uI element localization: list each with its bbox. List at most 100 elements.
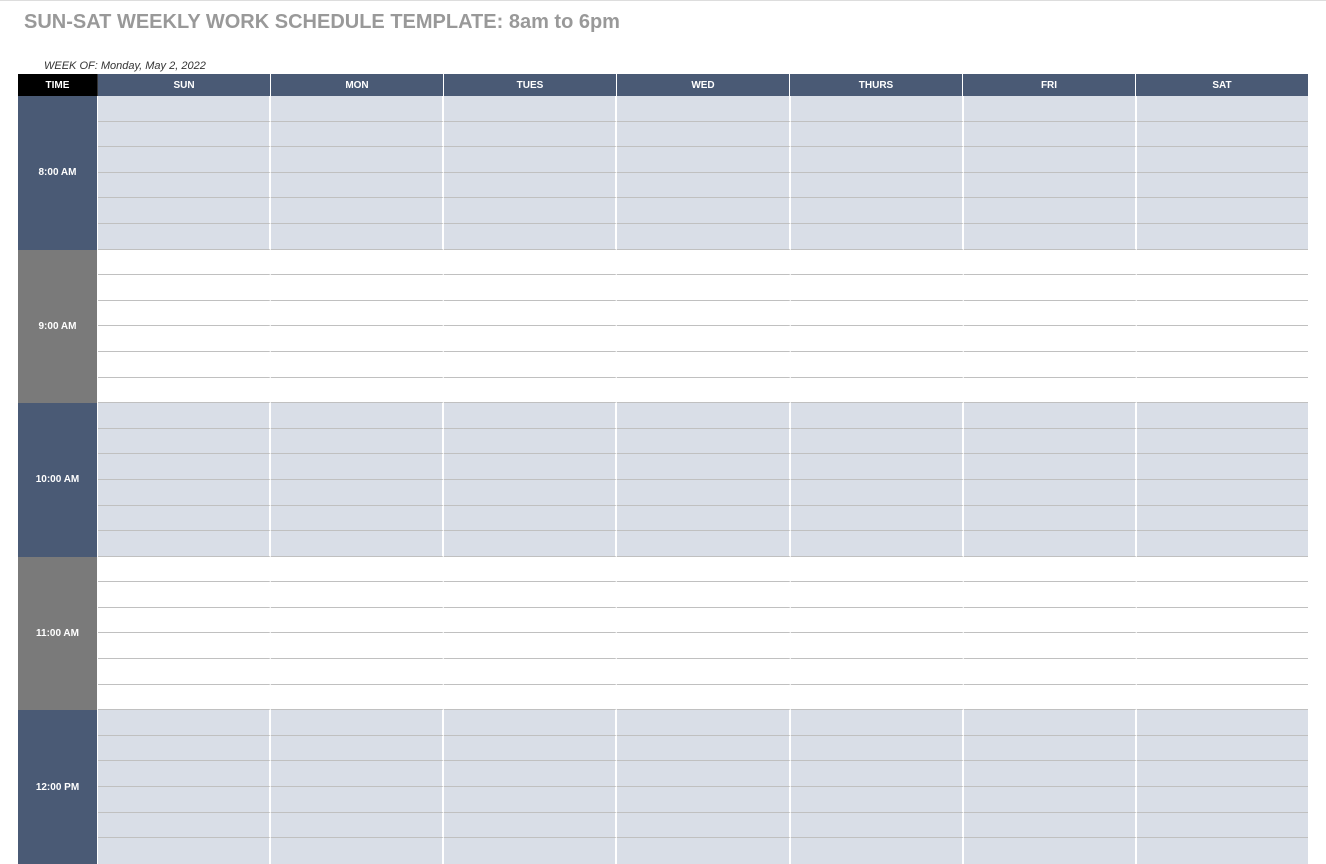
schedule-cell[interactable]	[444, 531, 617, 557]
schedule-cell[interactable]	[617, 531, 790, 557]
schedule-cell[interactable]	[444, 685, 617, 711]
schedule-cell[interactable]	[444, 633, 617, 659]
schedule-cell[interactable]	[617, 685, 790, 711]
schedule-cell[interactable]	[444, 326, 617, 352]
schedule-cell[interactable]	[1137, 378, 1308, 404]
schedule-cell[interactable]	[271, 506, 444, 532]
schedule-cell[interactable]	[271, 224, 444, 250]
schedule-cell[interactable]	[98, 224, 271, 250]
schedule-cell[interactable]	[617, 710, 790, 736]
schedule-cell[interactable]	[1137, 787, 1308, 813]
schedule-cell[interactable]	[271, 301, 444, 327]
schedule-cell[interactable]	[444, 608, 617, 634]
schedule-cell[interactable]	[271, 352, 444, 378]
schedule-cell[interactable]	[444, 659, 617, 685]
schedule-cell[interactable]	[617, 301, 790, 327]
schedule-cell[interactable]	[1137, 147, 1308, 173]
schedule-cell[interactable]	[271, 429, 444, 455]
schedule-cell[interactable]	[791, 761, 964, 787]
schedule-cell[interactable]	[1137, 838, 1308, 864]
schedule-cell[interactable]	[964, 787, 1137, 813]
schedule-cell[interactable]	[98, 582, 271, 608]
schedule-cell[interactable]	[98, 787, 271, 813]
schedule-cell[interactable]	[1137, 198, 1308, 224]
schedule-cell[interactable]	[444, 224, 617, 250]
schedule-cell[interactable]	[791, 736, 964, 762]
schedule-cell[interactable]	[964, 378, 1137, 404]
schedule-cell[interactable]	[964, 173, 1137, 199]
schedule-cell[interactable]	[617, 813, 790, 839]
schedule-cell[interactable]	[271, 633, 444, 659]
schedule-cell[interactable]	[964, 301, 1137, 327]
schedule-cell[interactable]	[791, 582, 964, 608]
schedule-cell[interactable]	[791, 608, 964, 634]
schedule-cell[interactable]	[271, 250, 444, 276]
schedule-cell[interactable]	[617, 173, 790, 199]
schedule-cell[interactable]	[791, 838, 964, 864]
schedule-cell[interactable]	[98, 173, 271, 199]
schedule-cell[interactable]	[444, 761, 617, 787]
schedule-cell[interactable]	[964, 403, 1137, 429]
schedule-cell[interactable]	[444, 710, 617, 736]
schedule-cell[interactable]	[617, 761, 790, 787]
schedule-cell[interactable]	[271, 326, 444, 352]
schedule-cell[interactable]	[1137, 659, 1308, 685]
schedule-cell[interactable]	[617, 736, 790, 762]
schedule-cell[interactable]	[617, 582, 790, 608]
schedule-cell[interactable]	[98, 506, 271, 532]
schedule-cell[interactable]	[791, 685, 964, 711]
schedule-cell[interactable]	[1137, 710, 1308, 736]
schedule-cell[interactable]	[98, 301, 271, 327]
schedule-cell[interactable]	[791, 480, 964, 506]
schedule-cell[interactable]	[964, 838, 1137, 864]
schedule-cell[interactable]	[444, 582, 617, 608]
schedule-cell[interactable]	[271, 736, 444, 762]
schedule-cell[interactable]	[964, 429, 1137, 455]
schedule-cell[interactable]	[617, 787, 790, 813]
schedule-cell[interactable]	[791, 710, 964, 736]
schedule-cell[interactable]	[791, 378, 964, 404]
schedule-cell[interactable]	[444, 173, 617, 199]
schedule-cell[interactable]	[964, 147, 1137, 173]
schedule-cell[interactable]	[964, 326, 1137, 352]
schedule-cell[interactable]	[964, 582, 1137, 608]
schedule-cell[interactable]	[271, 198, 444, 224]
schedule-cell[interactable]	[271, 761, 444, 787]
schedule-cell[interactable]	[964, 761, 1137, 787]
schedule-cell[interactable]	[964, 813, 1137, 839]
schedule-cell[interactable]	[98, 480, 271, 506]
schedule-cell[interactable]	[617, 659, 790, 685]
schedule-cell[interactable]	[271, 813, 444, 839]
schedule-cell[interactable]	[964, 96, 1137, 122]
schedule-cell[interactable]	[271, 173, 444, 199]
schedule-cell[interactable]	[964, 633, 1137, 659]
schedule-cell[interactable]	[617, 506, 790, 532]
schedule-cell[interactable]	[444, 147, 617, 173]
schedule-cell[interactable]	[444, 122, 617, 148]
schedule-cell[interactable]	[271, 96, 444, 122]
schedule-cell[interactable]	[1137, 224, 1308, 250]
schedule-cell[interactable]	[98, 557, 271, 583]
schedule-cell[interactable]	[964, 122, 1137, 148]
schedule-cell[interactable]	[1137, 506, 1308, 532]
schedule-cell[interactable]	[98, 838, 271, 864]
schedule-cell[interactable]	[271, 838, 444, 864]
schedule-cell[interactable]	[791, 429, 964, 455]
schedule-cell[interactable]	[791, 122, 964, 148]
schedule-cell[interactable]	[964, 608, 1137, 634]
schedule-cell[interactable]	[444, 454, 617, 480]
schedule-cell[interactable]	[98, 96, 271, 122]
schedule-cell[interactable]	[1137, 480, 1308, 506]
schedule-cell[interactable]	[98, 659, 271, 685]
schedule-cell[interactable]	[1137, 454, 1308, 480]
schedule-cell[interactable]	[617, 429, 790, 455]
schedule-cell[interactable]	[617, 454, 790, 480]
schedule-cell[interactable]	[271, 275, 444, 301]
schedule-cell[interactable]	[791, 173, 964, 199]
schedule-cell[interactable]	[791, 96, 964, 122]
schedule-cell[interactable]	[98, 326, 271, 352]
schedule-cell[interactable]	[964, 710, 1137, 736]
schedule-cell[interactable]	[98, 198, 271, 224]
schedule-cell[interactable]	[444, 787, 617, 813]
schedule-cell[interactable]	[964, 557, 1137, 583]
